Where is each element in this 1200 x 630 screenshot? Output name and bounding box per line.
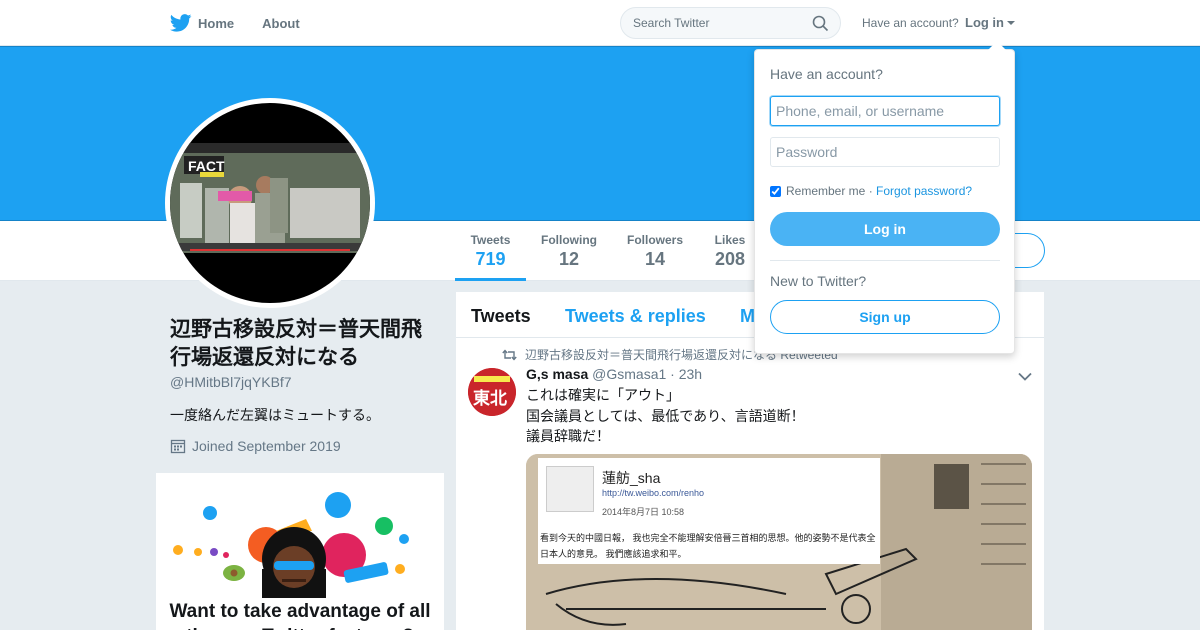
search-box (620, 7, 841, 39)
stat-following[interactable]: Following 12 (536, 221, 602, 281)
chevron-down-icon[interactable] (1018, 372, 1032, 381)
signup-button[interactable]: Sign up (770, 300, 1000, 334)
stat-tweets-value: 719 (475, 249, 506, 269)
login-button[interactable]: Log in (770, 212, 1000, 246)
promo-card: Want to take advantage of all the new Tw… (156, 473, 444, 630)
tweet-time-separator: · (670, 366, 679, 382)
tweet-header: G,s masa @Gsmasa1 · 23h (526, 366, 702, 382)
joined-date: Joined September 2019 (170, 438, 341, 454)
promo-illustration (173, 492, 409, 599)
weibo-avatar (546, 466, 594, 512)
new-to-twitter-text: New to Twitter? (770, 273, 867, 289)
tweet-author-name[interactable]: G,s masa (526, 366, 588, 382)
stat-likes-value: 208 (714, 249, 746, 269)
avatar-text: FACT (188, 158, 225, 174)
nav-home[interactable]: Home (170, 14, 234, 32)
nav-left: Home About (170, 0, 328, 46)
retweet-icon (502, 348, 517, 361)
profile-name[interactable]: 辺野古移設反対＝普天間飛行場返還反対になる (170, 316, 440, 372)
tweet-media-image[interactable]: 蓮舫_sha http://tw.weibo.com/renho 2014年8月… (526, 454, 1032, 630)
forgot-password-link[interactable]: Forgot password? (876, 184, 972, 198)
remember-me-checkbox[interactable] (770, 185, 781, 197)
stat-followers-label: Followers (626, 233, 683, 247)
dropdown-title: Have an account? (770, 66, 883, 82)
nav-about[interactable]: About (262, 16, 300, 31)
tweet-author-avatar[interactable]: 東北 (468, 368, 516, 416)
tweet-line: これは確実に「アウト」 (526, 387, 680, 403)
avatar-image: FACT (170, 103, 370, 303)
joined-label: Joined September 2019 (192, 438, 341, 454)
tab-tweets[interactable]: Tweets (471, 306, 531, 327)
stat-following-value: 12 (558, 249, 580, 269)
stat-followers[interactable]: Followers 14 (622, 221, 688, 281)
remember-row: Remember me · Forgot password? (770, 184, 972, 198)
login-dropdown: Have an account? Remember me · Forgot pa… (754, 41, 1015, 354)
profile-bio: 一度絡んだ左翼はミュートする。 (170, 407, 380, 423)
stat-likes-label: Likes (714, 233, 746, 247)
tweet-avatar-image: 東北 (468, 368, 516, 416)
avatar-photo: FACT (170, 143, 370, 253)
password-field[interactable] (770, 137, 1000, 167)
remember-me-label[interactable]: Remember me (786, 184, 865, 198)
login-dropdown-toggle[interactable]: Log in (965, 15, 1015, 30)
stat-tweets[interactable]: Tweets 719 (455, 221, 526, 281)
weibo-name: 蓮舫_sha (602, 470, 661, 486)
nav-about-label: About (262, 15, 300, 31)
weibo-screenshot: 蓮舫_sha http://tw.weibo.com/renho 2014年8月… (538, 458, 880, 564)
login-toggle-label: Log in (965, 15, 1004, 30)
top-navigation-bar: Home About Have an account? Log in (0, 0, 1200, 46)
dropdown-arrow (988, 41, 1006, 50)
username-field[interactable] (770, 96, 1000, 126)
stat-likes[interactable]: Likes 208 (708, 221, 752, 281)
stat-following-label: Following (541, 233, 597, 247)
promo-text: Want to take advantage of all the new Tw… (169, 601, 431, 630)
search-icon[interactable] (812, 15, 829, 32)
stat-tweets-label: Tweets (470, 233, 511, 247)
calendar-icon (170, 439, 186, 454)
tweet-time[interactable]: 23h (679, 366, 702, 382)
stat-followers-value: 14 (644, 249, 666, 269)
search-input[interactable] (621, 16, 801, 30)
profile-avatar[interactable]: FACT (165, 98, 375, 308)
weibo-body: 看到今天的中國日報， 我也完全不能理解安倍晉三首相的思想。他的姿勢不是代表全日本… (540, 533, 876, 559)
tweet-text: これは確実に「アウト」 国会議員としては、最低であり、言語道断！ 議員辞職だ！ (526, 385, 805, 447)
have-account-text: Have an account? (862, 16, 959, 30)
remember-separator: · (868, 184, 873, 198)
tab-tweets-replies[interactable]: Tweets & replies (565, 306, 706, 327)
tweet-avatar-text: 東北 (473, 388, 507, 409)
tweet-line: 議員辞職だ！ (526, 428, 610, 444)
twitter-bird-icon (170, 14, 192, 32)
weibo-url: http://tw.weibo.com/renho (602, 488, 705, 498)
profile-handle[interactable]: @HMitbBl7jqYKBf7 (170, 374, 292, 390)
caret-down-icon (1007, 20, 1015, 25)
dropdown-divider (770, 260, 1000, 261)
tweet-author-handle[interactable]: @Gsmasa1 (592, 366, 666, 382)
weibo-date: 2014年8月7日 10:58 (602, 507, 685, 517)
tweet-line: 国会議員としては、最低であり、言語道断！ (526, 407, 805, 424)
nav-home-label: Home (198, 15, 235, 31)
